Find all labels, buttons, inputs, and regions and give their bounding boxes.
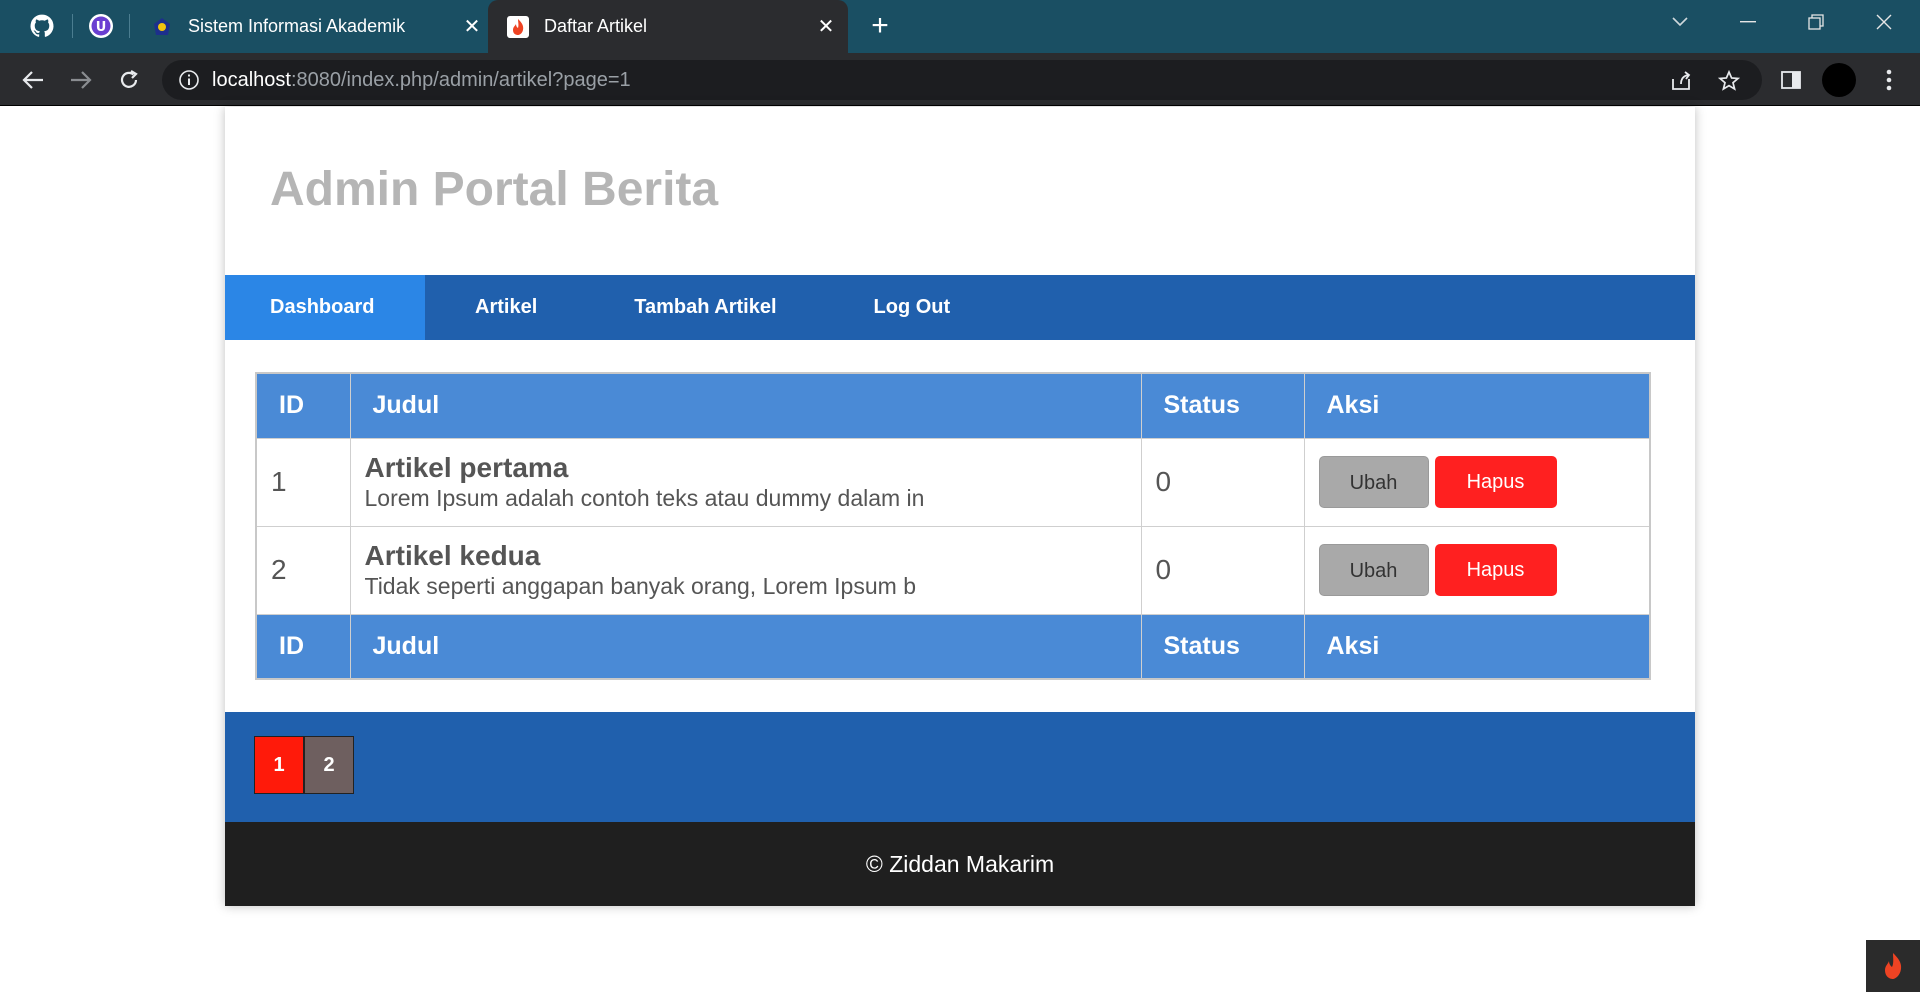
nav-log-out[interactable]: Log Out <box>822 275 996 340</box>
table-header-row: ID Judul Status Aksi <box>255 372 1651 439</box>
site-title: Admin Portal Berita <box>270 163 719 216</box>
tab-sistem-informasi-akademik[interactable]: Sistem Informasi Akademik ✕ <box>140 0 484 53</box>
tab-title: Daftar Artikel <box>544 16 648 36</box>
url-host: localhost <box>212 69 291 91</box>
svg-text:U: U <box>96 20 107 35</box>
tab-separator <box>72 14 73 38</box>
nav-dashboard[interactable]: Dashboard <box>225 275 425 340</box>
article-excerpt: Tidak seperti anggapan banyak orang, Lor… <box>364 573 916 599</box>
nav-tambah-artikel[interactable]: Tambah Artikel <box>582 275 821 340</box>
delete-button[interactable]: Hapus <box>1434 544 1557 596</box>
debug-toolbar-toggle[interactable] <box>1866 940 1920 992</box>
cell-status: 0 <box>1140 525 1305 615</box>
cell-judul: Artikel kedua Tidak seperti anggapan ban… <box>349 525 1142 615</box>
column-header-id: ID <box>255 372 351 439</box>
new-tab-button[interactable]: + <box>864 9 896 42</box>
cell-id: 1 <box>255 437 351 527</box>
edit-button[interactable]: Ubah <box>1318 544 1429 596</box>
close-window-icon[interactable] <box>1850 0 1918 44</box>
browser-tab-bar: U Sistem Informasi Akademik ✕ Daftar Art… <box>0 0 1920 53</box>
cell-aksi: Ubah Hapus <box>1303 525 1651 615</box>
column-header-status: Status <box>1140 372 1305 439</box>
reload-icon[interactable] <box>114 65 144 95</box>
article-table-section: ID Judul Status Aksi 1 Artikel pertama L… <box>255 372 1651 680</box>
share-icon[interactable] <box>1668 68 1694 94</box>
pagination-bar: 1 2 <box>225 712 1695 822</box>
codeigniter-flame-icon <box>506 15 530 39</box>
forward-arrow-icon[interactable] <box>66 65 96 95</box>
article-title: Artikel kedua <box>364 540 541 571</box>
site-footer: © Ziddan Makarim <box>225 822 1695 906</box>
cell-judul: Artikel pertama Lorem Ipsum adalah conto… <box>349 437 1142 527</box>
edit-button[interactable]: Ubah <box>1318 456 1429 508</box>
article-title: Artikel pertama <box>364 452 569 483</box>
back-arrow-icon[interactable] <box>18 65 48 95</box>
column-footer-id: ID <box>255 613 351 680</box>
page-container: Admin Portal Berita Dashboard Artikel Ta… <box>225 107 1695 906</box>
column-header-judul: Judul <box>349 372 1142 439</box>
bookmark-star-icon[interactable] <box>1716 68 1742 94</box>
site-header: Admin Portal Berita <box>225 107 1695 275</box>
browser-toolbar: localhost:8080/index.php/admin/artikel?p… <box>0 53 1920 106</box>
minimize-icon[interactable] <box>1714 0 1782 44</box>
page-link-1[interactable]: 1 <box>254 736 304 794</box>
table-row: 1 Artikel pertama Lorem Ipsum adalah con… <box>255 437 1651 527</box>
cell-aksi: Ubah Hapus <box>1303 437 1651 527</box>
close-tab-icon[interactable]: ✕ <box>460 15 484 39</box>
ublock-extension-icon[interactable]: U <box>87 12 115 40</box>
side-panel-icon[interactable] <box>1776 65 1806 95</box>
delete-button[interactable]: Hapus <box>1434 456 1557 508</box>
page-link-2[interactable]: 2 <box>304 736 354 794</box>
site-info-icon[interactable] <box>178 69 200 91</box>
close-tab-icon[interactable]: ✕ <box>814 15 838 39</box>
column-footer-aksi: Aksi <box>1303 613 1651 680</box>
cell-id: 2 <box>255 525 351 615</box>
column-footer-status: Status <box>1140 613 1305 680</box>
footer-copyright: © Ziddan Makarim <box>865 850 1055 877</box>
tab-separator <box>129 14 130 38</box>
tab-daftar-artikel[interactable]: Daftar Artikel ✕ <box>488 0 848 53</box>
address-bar[interactable]: localhost:8080/index.php/admin/artikel?p… <box>162 60 1762 100</box>
table-row: 2 Artikel kedua Tidak seperti anggapan b… <box>255 525 1651 615</box>
article-excerpt: Lorem Ipsum adalah contoh teks atau dumm… <box>364 485 925 511</box>
codeigniter-flame-icon <box>1885 953 1902 979</box>
column-footer-judul: Judul <box>349 613 1142 680</box>
nav-artikel[interactable]: Artikel <box>425 275 582 340</box>
table-footer-row: ID Judul Status Aksi <box>255 613 1651 680</box>
pagination: 1 2 <box>254 736 354 794</box>
university-logo-icon <box>150 15 174 39</box>
menu-kebab-icon[interactable] <box>1874 65 1904 95</box>
github-icon[interactable] <box>28 12 56 40</box>
url-text: localhost:8080/index.php/admin/artikel?p… <box>212 69 631 92</box>
main-nav: Dashboard Artikel Tambah Artikel Log Out <box>225 275 1695 340</box>
article-table: ID Judul Status Aksi 1 Artikel pertama L… <box>255 372 1651 680</box>
column-header-aksi: Aksi <box>1303 372 1651 439</box>
tab-search-icon[interactable] <box>1646 0 1714 44</box>
cell-status: 0 <box>1140 437 1305 527</box>
restore-icon[interactable] <box>1782 0 1850 44</box>
url-path: :8080/index.php/admin/artikel?page=1 <box>290 69 631 91</box>
tab-title: Sistem Informasi Akademik <box>188 16 406 36</box>
profile-avatar[interactable] <box>1822 63 1856 97</box>
